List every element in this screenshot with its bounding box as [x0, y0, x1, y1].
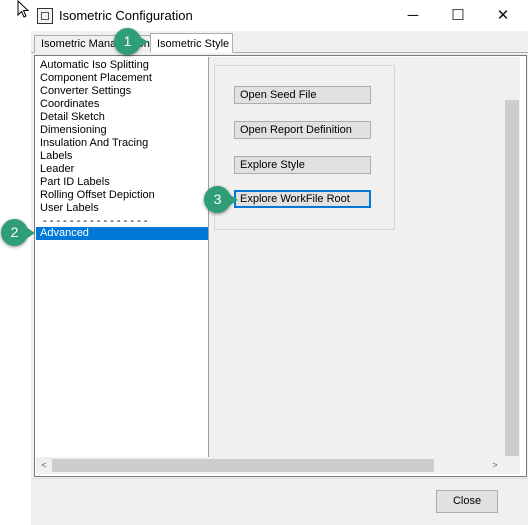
list-item-labels[interactable]: Labels — [36, 150, 208, 163]
horizontal-scroll-thumb[interactable] — [52, 459, 434, 472]
list-item-coordinates[interactable]: Coordinates — [36, 98, 208, 111]
list-item-rolling-offset-depiction[interactable]: Rolling Offset Depiction — [36, 189, 208, 202]
callout-1: 1 — [114, 28, 148, 55]
explore-workfile-root-button[interactable]: Explore WorkFile Root — [234, 190, 371, 208]
list-item-part-id-labels[interactable]: Part ID Labels — [36, 176, 208, 189]
list-item-component-placement[interactable]: Component Placement — [36, 72, 208, 85]
scroll-right-icon[interactable]: > — [487, 457, 503, 474]
scrollbar-corner — [503, 457, 520, 474]
list-item-automatic-iso-splitting[interactable]: Automatic Iso Splitting — [36, 59, 208, 72]
callout-3: 3 — [204, 186, 238, 213]
list-item-insulation-and-tracing[interactable]: Insulation And Tracing — [36, 137, 208, 150]
list-item-advanced[interactable]: Advanced — [36, 227, 208, 240]
minimize-button[interactable]: ─ — [390, 0, 436, 31]
footer-divider — [31, 478, 528, 479]
open-report-definition-button[interactable]: Open Report Definition — [234, 121, 371, 139]
list-item-user-labels[interactable]: User Labels — [36, 202, 208, 215]
list-item-detail-sketch[interactable]: Detail Sketch — [36, 111, 208, 124]
close-window-button[interactable]: ✕ — [480, 0, 526, 31]
vertical-scroll-thumb[interactable] — [505, 100, 519, 456]
list-item-converter-settings[interactable]: Converter Settings — [36, 85, 208, 98]
list-item-leader[interactable]: Leader — [36, 163, 208, 176]
callout-2: 2 — [1, 219, 35, 246]
tab-isometric-style[interactable]: Isometric Style — [150, 33, 233, 53]
style-category-list[interactable]: Automatic Iso Splitting Component Placem… — [36, 57, 209, 457]
close-button[interactable]: Close — [436, 490, 498, 513]
list-item-dimensioning[interactable]: Dimensioning — [36, 124, 208, 137]
window-title: Isometric Configuration — [59, 8, 193, 23]
open-seed-file-button[interactable]: Open Seed File — [234, 86, 371, 104]
maximize-button[interactable]: ☐ — [435, 0, 481, 31]
scroll-left-icon[interactable]: < — [36, 457, 52, 474]
mouse-cursor-icon — [17, 0, 30, 18]
app-icon — [37, 8, 53, 24]
explore-style-button[interactable]: Explore Style — [234, 156, 371, 174]
